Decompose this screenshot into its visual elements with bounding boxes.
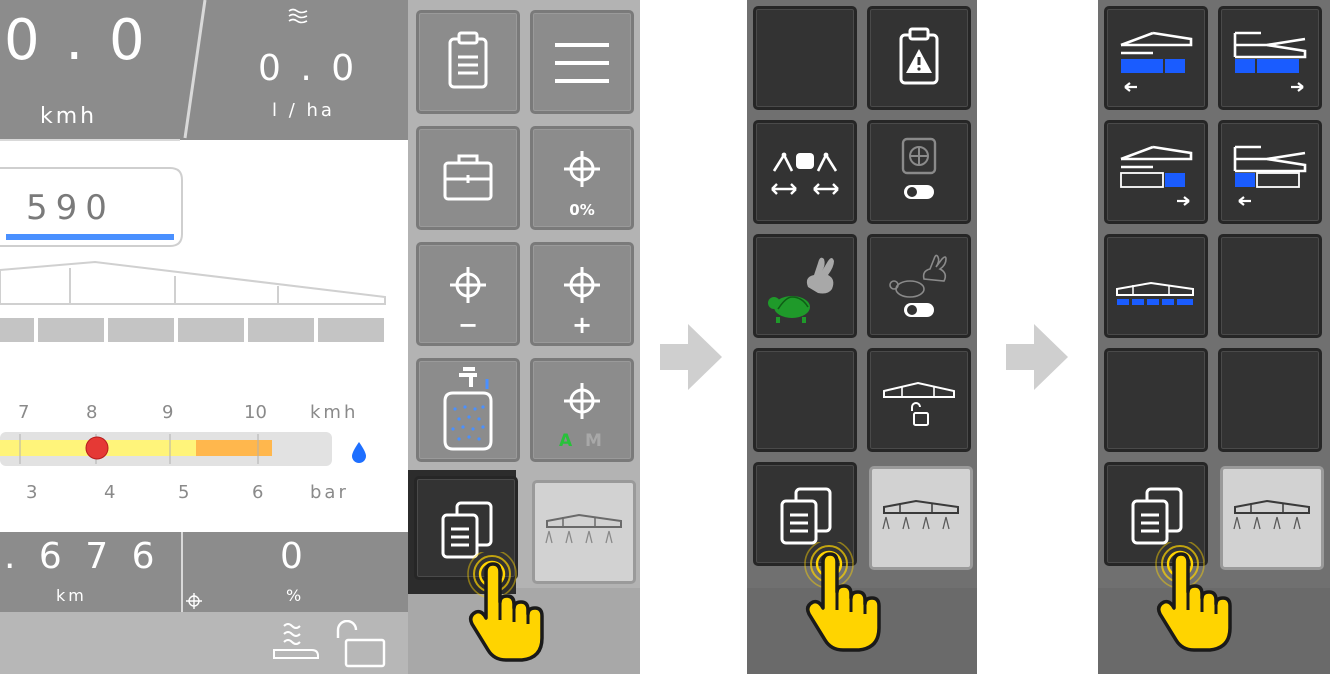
hand-pointer-icon bbox=[1155, 542, 1232, 652]
tank-fill-icon bbox=[443, 367, 493, 451]
spray-status-icon bbox=[273, 623, 319, 659]
section-right-off-button[interactable] bbox=[1218, 120, 1322, 224]
target-rate-decrease-button[interactable]: − bbox=[416, 242, 520, 346]
lock-open-icon bbox=[336, 620, 386, 668]
speed-scale-unit: kmh bbox=[310, 402, 359, 423]
tank-fill-button[interactable] bbox=[416, 358, 520, 462]
track-arms-icon bbox=[771, 152, 839, 195]
boom-unlock-icon bbox=[883, 381, 955, 426]
menu-button[interactable] bbox=[530, 10, 634, 114]
speed-mode-toggle-button[interactable] bbox=[867, 234, 971, 338]
pressure-tick: 6 bbox=[252, 482, 264, 503]
plus-label: + bbox=[571, 311, 593, 339]
speed-tick: 7 bbox=[18, 402, 30, 423]
empty-slot bbox=[1218, 234, 1322, 338]
empty-slot bbox=[1104, 348, 1208, 452]
fan-toggle-button[interactable] bbox=[867, 120, 971, 224]
empty-slot bbox=[753, 6, 857, 110]
pressure-tick: 5 bbox=[178, 482, 190, 503]
distance-value: . 6 7 6 bbox=[4, 536, 161, 577]
tank-volume: 590 bbox=[26, 188, 115, 228]
target-rate-reset-button[interactable]: 0% bbox=[530, 126, 634, 230]
hand-pointer-icon bbox=[804, 542, 881, 652]
boom-unlock-button[interactable] bbox=[867, 348, 971, 452]
speed-scale: 7 8 9 10 kmh bbox=[18, 402, 378, 426]
section-right-on-button[interactable] bbox=[1218, 6, 1322, 110]
rabbit-turtle-icon bbox=[889, 254, 947, 317]
arrow-right-icon bbox=[1006, 324, 1068, 390]
hand-pointer-icon bbox=[467, 552, 544, 662]
fan-toggle-icon bbox=[901, 137, 937, 199]
menu-page-3 bbox=[1098, 0, 1330, 674]
speed-tick: 10 bbox=[244, 402, 267, 423]
pressure-scale-unit: bar bbox=[310, 482, 349, 503]
clipboard-icon bbox=[448, 31, 488, 89]
section-control-icon bbox=[1233, 145, 1307, 206]
distance-unit: km bbox=[56, 586, 87, 605]
speed-mode-button[interactable] bbox=[753, 234, 857, 338]
target-small-icon bbox=[186, 593, 202, 609]
job-report-button[interactable] bbox=[416, 10, 520, 114]
speed-unit: kmh bbox=[40, 104, 98, 129]
target-percent-label: 0% bbox=[569, 201, 595, 219]
section-control-icon bbox=[1233, 31, 1307, 92]
speed-tick: 9 bbox=[162, 402, 174, 423]
section-left-on-button[interactable] bbox=[1104, 6, 1208, 110]
section-control-icon bbox=[1120, 145, 1193, 206]
pressure-scale: 3 4 5 6 bar bbox=[26, 482, 386, 506]
coverage-unit: % bbox=[286, 586, 302, 605]
rate-value: 0 . 0 bbox=[258, 48, 359, 89]
speed-tick: 8 bbox=[86, 402, 98, 423]
main-display: 0 . 0 kmh 0 . 0 l / ha 590 7 8 9 10 kmh … bbox=[0, 0, 640, 674]
manual-mode-label: M bbox=[585, 431, 602, 451]
hamburger-icon bbox=[555, 43, 609, 83]
section-left-off-button[interactable] bbox=[1104, 120, 1208, 224]
coverage-value: 0 bbox=[280, 536, 303, 577]
pressure-tick: 3 bbox=[26, 482, 38, 503]
pressure-tick: 4 bbox=[104, 482, 116, 503]
arrow-right-icon bbox=[660, 324, 722, 390]
speed-value: 0 . 0 bbox=[4, 8, 149, 73]
clipboard-alert-icon bbox=[899, 27, 939, 85]
empty-slot bbox=[753, 348, 857, 452]
section-control-icon bbox=[1116, 281, 1194, 305]
briefcase-icon bbox=[443, 154, 493, 201]
rabbit-turtle-icon bbox=[768, 257, 834, 323]
menu-page-2 bbox=[747, 0, 977, 674]
rate-unit: l / ha bbox=[272, 100, 335, 121]
alarm-report-button[interactable] bbox=[867, 6, 971, 110]
all-sections-button[interactable] bbox=[1104, 234, 1208, 338]
target-icon bbox=[564, 383, 600, 419]
spray-waves-icon bbox=[288, 8, 308, 24]
section-control-icon bbox=[1120, 31, 1193, 92]
auto-manual-button[interactable]: A M bbox=[530, 358, 634, 462]
empty-slot bbox=[1218, 348, 1322, 452]
minus-label: − bbox=[457, 311, 479, 339]
auto-mode-label: A bbox=[559, 431, 573, 451]
target-rate-increase-button[interactable]: + bbox=[530, 242, 634, 346]
job-manager-button[interactable] bbox=[416, 126, 520, 230]
track-arms-button[interactable] bbox=[753, 120, 857, 224]
